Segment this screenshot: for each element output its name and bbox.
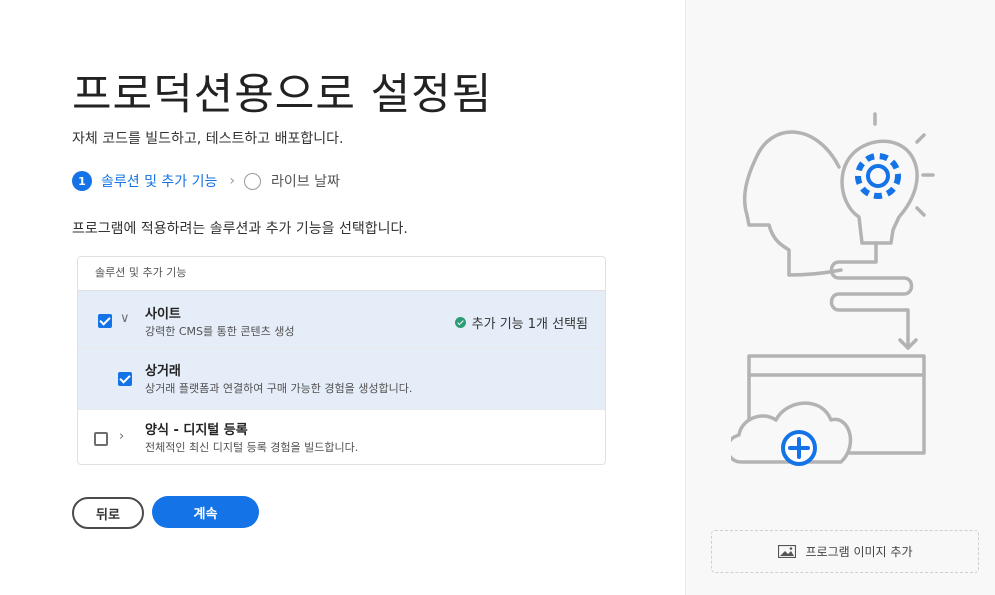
- add-program-image-button[interactable]: 프로그램 이미지 추가: [711, 530, 979, 573]
- row-title: 상거래: [145, 364, 181, 379]
- chevron-right-icon[interactable]: ›: [119, 429, 124, 444]
- commerce-checkbox[interactable]: [118, 372, 132, 386]
- status-badge: 추가 기능 1개 선택됨: [454, 313, 588, 332]
- head-lightbulb-illustration: [731, 112, 935, 466]
- table-row-forms[interactable]: › 양식 - 디지털 등록 전체적인 최신 디지털 등록 경험을 빌드합니다.: [78, 410, 605, 464]
- chevron-right-icon: ›: [229, 173, 235, 189]
- back-button[interactable]: 뒤로: [72, 497, 144, 529]
- chevron-down-icon[interactable]: ∨: [120, 311, 130, 326]
- row-description: 전체적인 최신 디지털 등록 경험을 빌드합니다.: [145, 441, 359, 454]
- step-1-label[interactable]: 솔루션 및 추가 기능: [101, 171, 217, 191]
- image-icon: [777, 545, 796, 558]
- add-image-label: 프로그램 이미지 추가: [805, 545, 913, 559]
- forms-checkbox[interactable]: [94, 432, 108, 446]
- table-row-sites[interactable]: ∨ 사이트 강력한 CMS를 통한 콘텐츠 생성 추가 기능 1개 선택됨: [78, 291, 605, 349]
- page-subtitle: 자체 코드를 빌드하고, 테스트하고 배포합니다.: [72, 131, 344, 147]
- row-description: 강력한 CMS를 통한 콘텐츠 생성: [145, 325, 295, 338]
- step-1-number: 1: [72, 171, 92, 191]
- page-title: 프로덕션용으로 설정됨: [72, 70, 493, 120]
- stepper: 1 솔루션 및 추가 기능 › 라이브 날짜: [72, 171, 340, 191]
- checkmark-icon: [454, 317, 466, 328]
- status-text: 추가 기능 1개 선택됨: [471, 317, 588, 332]
- step-2-circle-icon: [244, 172, 261, 190]
- solutions-table: 솔루션 및 추가 기능 ∨ 사이트 강력한 CMS를 통한 콘텐츠 생성 추가 …: [77, 256, 606, 465]
- plus-circle-icon: [781, 430, 817, 466]
- instruction-text: 프로그램에 적용하려는 솔루션과 추가 기능을 선택합니다.: [72, 221, 408, 237]
- gear-icon: [855, 153, 901, 199]
- sidebar-panel: 프로그램 이미지 추가: [685, 0, 995, 595]
- main-panel: 프로덕션용으로 설정됨 자체 코드를 빌드하고, 테스트하고 배포합니다. 1 …: [0, 0, 685, 595]
- sites-checkbox[interactable]: [98, 314, 112, 328]
- row-title: 사이트: [145, 307, 181, 322]
- row-title: 양식 - 디지털 등록: [145, 423, 248, 438]
- table-row-commerce[interactable]: 상거래 상거래 플랫폼과 연결하여 구매 가능한 경험을 생성합니다.: [78, 349, 605, 410]
- row-description: 상거래 플랫폼과 연결하여 구매 가능한 경험을 생성합니다.: [145, 382, 413, 395]
- table-header: 솔루션 및 추가 기능: [78, 257, 605, 291]
- step-2-label[interactable]: 라이브 날짜: [271, 171, 340, 191]
- continue-button[interactable]: 계속: [152, 496, 259, 528]
